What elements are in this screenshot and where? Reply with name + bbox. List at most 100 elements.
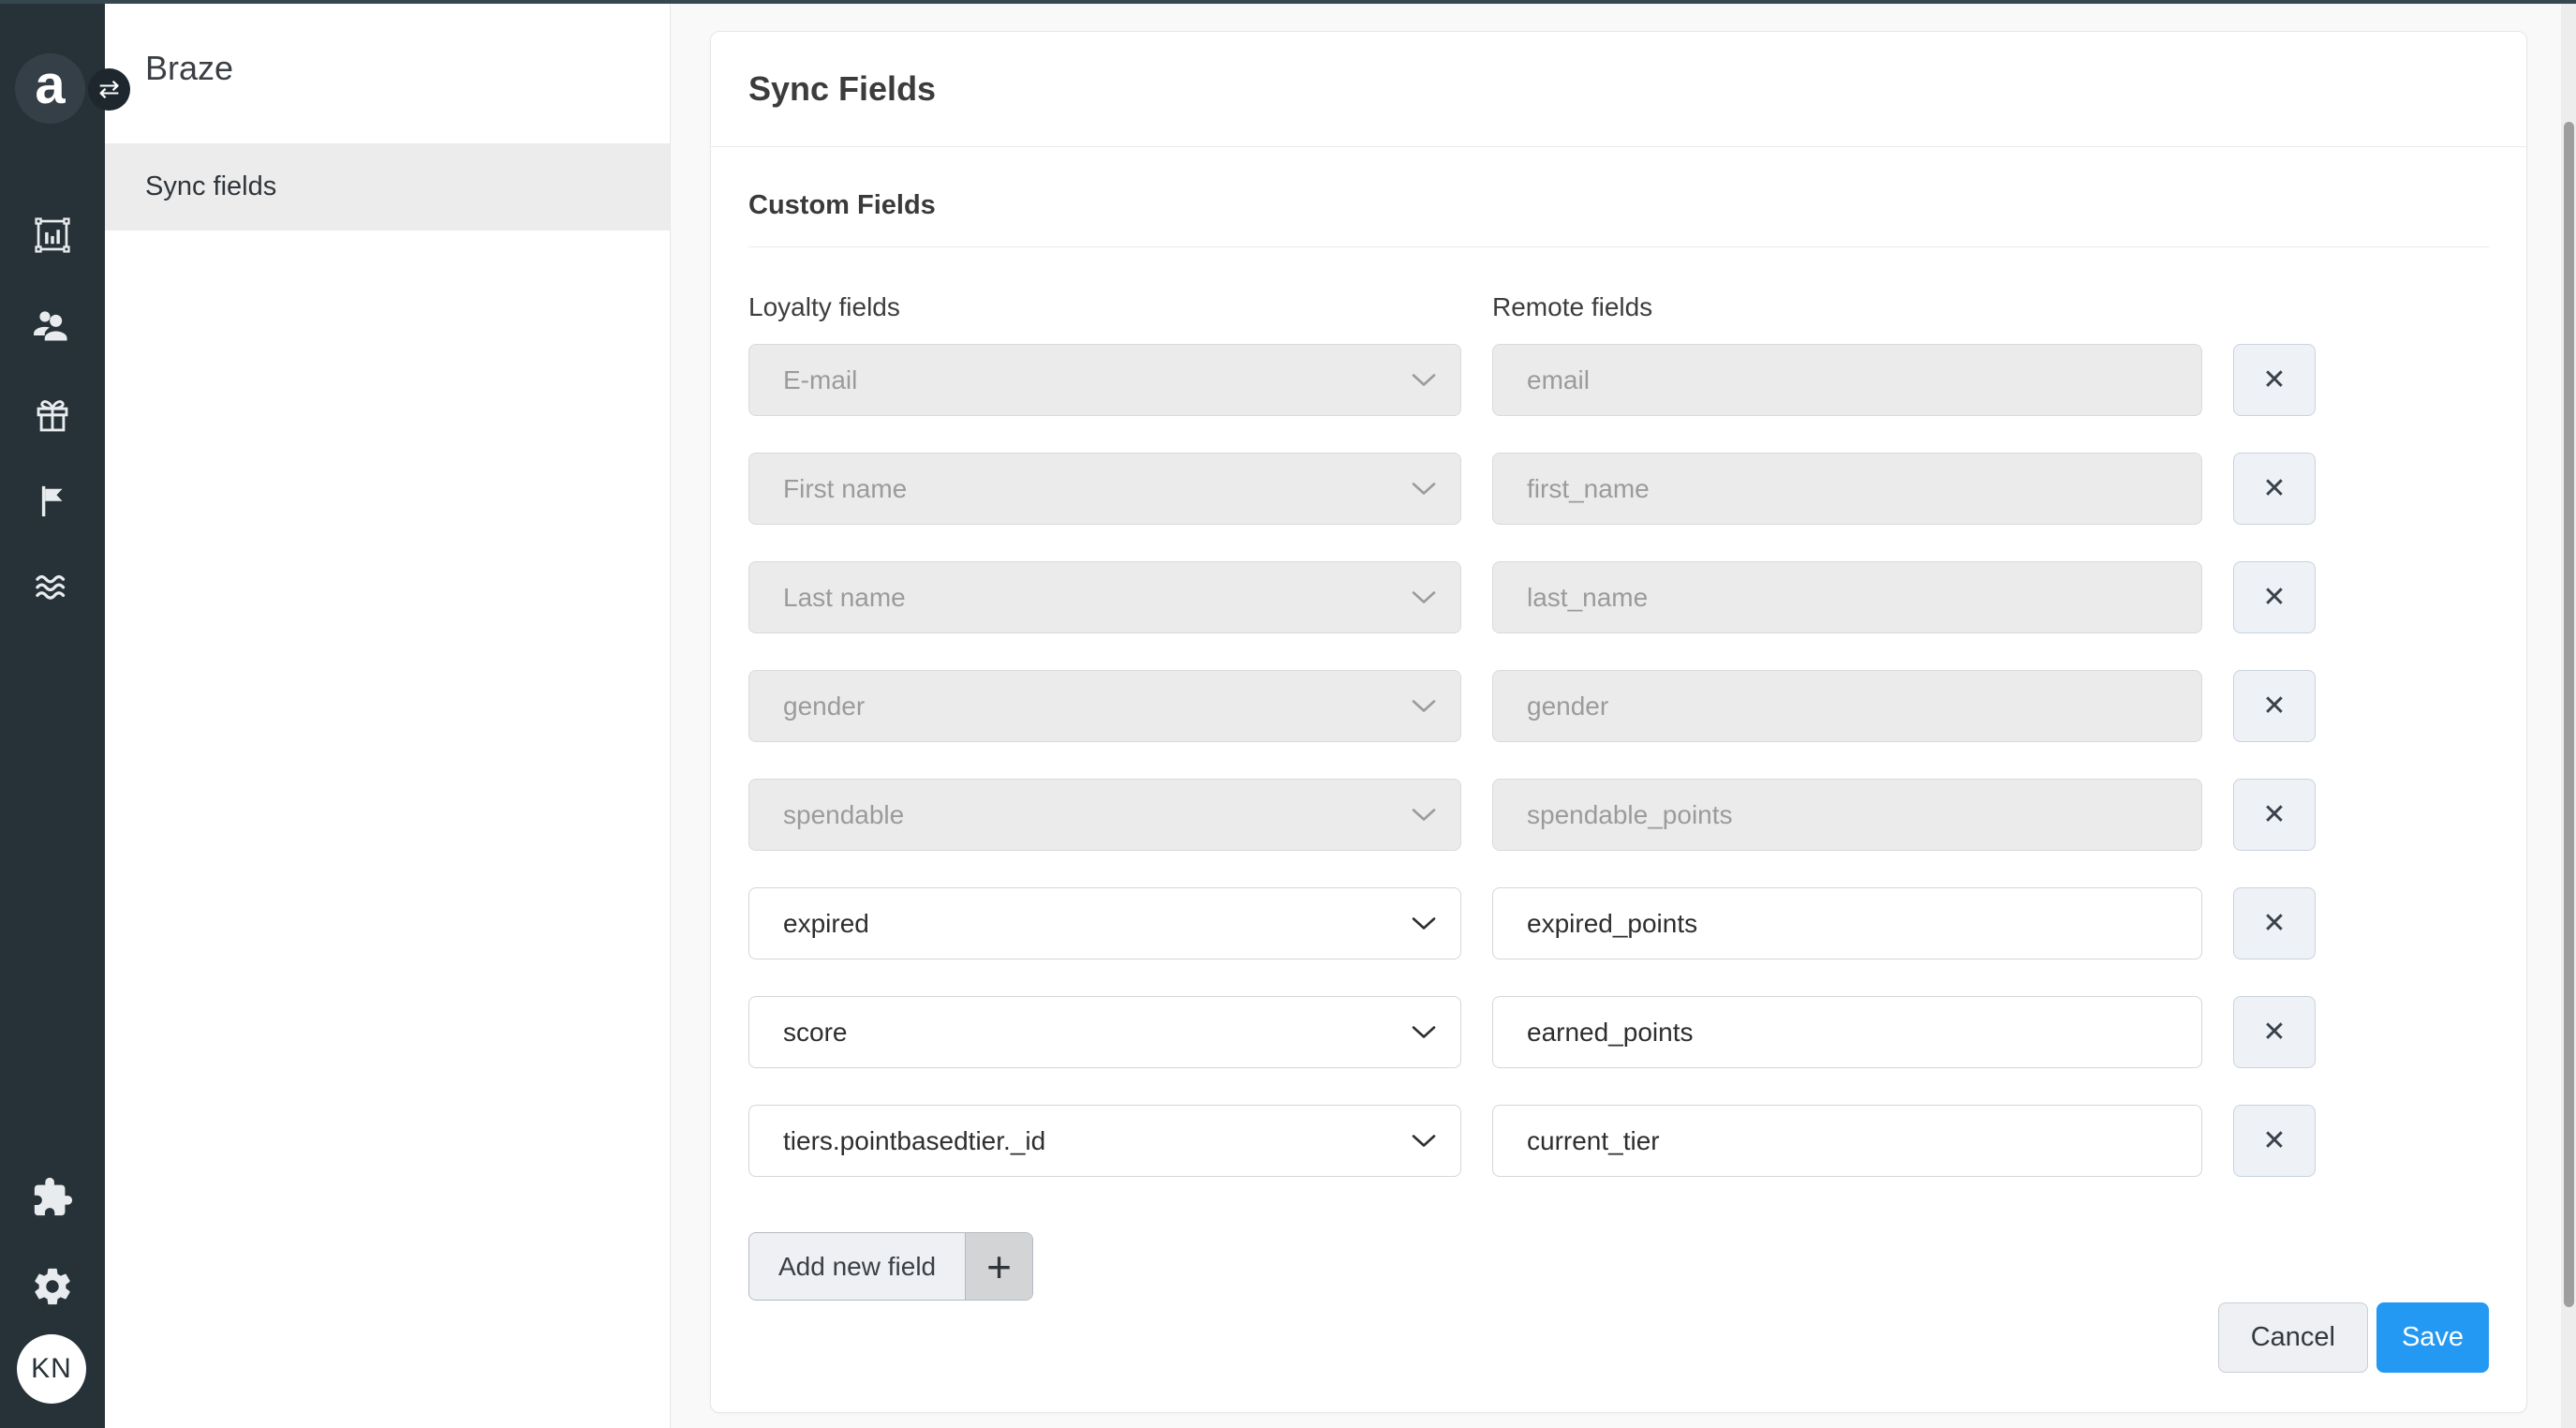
gear-icon: [35, 1268, 70, 1305]
waves-icon: [36, 574, 66, 600]
sidebar-item-settings[interactable]: [0, 1265, 105, 1308]
loyalty-field-value: E-mail: [783, 364, 858, 394]
sidebar-item-integrations[interactable]: [0, 1176, 105, 1219]
puzzle-icon: [34, 1177, 73, 1216]
remove-row-button[interactable]: ✕: [2233, 779, 2316, 851]
loyalty-field-select[interactable]: expired: [748, 887, 1461, 959]
customers-icon: [34, 311, 67, 341]
remote-column-label: Remote fields: [1492, 292, 1653, 321]
remove-row-button[interactable]: ✕: [2233, 1105, 2316, 1177]
flag-icon: [41, 485, 63, 517]
chevron-down-icon: [1412, 590, 1436, 603]
window-top-border: [0, 0, 2576, 4]
loyalty-field-value: spendable: [783, 799, 905, 829]
remove-row-button[interactable]: ✕: [2233, 996, 2316, 1068]
user-avatar[interactable]: KN: [17, 1334, 86, 1404]
field-mapping-row: First name ✕: [748, 453, 2489, 525]
loyalty-field-value: expired: [783, 908, 869, 938]
main-content: Sync Fields Custom Fields Loyalty fields…: [671, 4, 2576, 1428]
field-mapping-row: E-mail ✕: [748, 344, 2489, 416]
loyalty-field-value: gender: [783, 691, 866, 721]
close-icon: ✕: [2262, 1125, 2287, 1156]
swap-arrows-icon: ⇄: [98, 75, 120, 103]
avatar-initials: KN: [31, 1353, 72, 1384]
add-new-field-button[interactable]: Add new field +: [748, 1232, 1034, 1301]
remote-field-input: [1492, 779, 2202, 851]
chevron-down-icon: [1412, 1134, 1436, 1147]
vertical-scrollbar: [2561, 4, 2576, 1428]
card-body: Custom Fields Loyalty fields Remote fiel…: [711, 189, 2526, 1373]
remote-field-input: [1492, 670, 2202, 742]
remove-row-button[interactable]: ✕: [2233, 561, 2316, 633]
panel-item-label: Sync fields: [145, 171, 277, 201]
close-icon: ✕: [2262, 582, 2287, 613]
form-actions: Cancel Save: [748, 1302, 2489, 1373]
loyalty-field-select: spendable: [748, 779, 1461, 851]
panel-toggle-button[interactable]: ⇄: [88, 68, 130, 111]
logo-letter: a: [35, 53, 66, 115]
screen: a KN ⇄ Braze Sync fields Sync Fields Cus…: [0, 0, 2576, 1428]
remote-field-input[interactable]: [1492, 1105, 2202, 1177]
section-title: Custom Fields: [748, 190, 936, 220]
chevron-down-icon: [1412, 699, 1436, 712]
chevron-down-icon: [1412, 482, 1436, 495]
sidebar-item-workflows[interactable]: [0, 566, 105, 609]
app-logo[interactable]: a: [15, 53, 85, 124]
remote-field-input: [1492, 561, 2202, 633]
remove-row-button[interactable]: ✕: [2233, 670, 2316, 742]
loyalty-field-select: First name: [748, 453, 1461, 525]
field-mapping-row: tiers.pointbasedtier._id ✕: [748, 1105, 2489, 1177]
field-rows: E-mail ✕ First name ✕ Last name: [748, 344, 2489, 1177]
save-button[interactable]: Save: [2376, 1302, 2489, 1373]
field-mapping-row: score ✕: [748, 996, 2489, 1068]
chevron-down-icon: [1412, 1025, 1436, 1038]
field-mapping-row: expired ✕: [748, 887, 2489, 959]
loyalty-field-select: E-mail: [748, 344, 1461, 416]
field-mapping-row: spendable ✕: [748, 779, 2489, 851]
remove-row-button[interactable]: ✕: [2233, 344, 2316, 416]
close-icon: ✕: [2262, 1017, 2287, 1048]
chevron-down-icon: [1412, 916, 1436, 930]
remote-field-input: [1492, 453, 2202, 525]
remove-row-button[interactable]: ✕: [2233, 453, 2316, 525]
loyalty-field-select[interactable]: tiers.pointbasedtier._id: [748, 1105, 1461, 1177]
sidebar-item-rewards[interactable]: [0, 394, 105, 438]
field-mapping-row: Last name ✕: [748, 561, 2489, 633]
add-new-field-label: Add new field: [749, 1233, 966, 1300]
card-header: Sync Fields: [711, 32, 2526, 147]
scrollbar-thumb[interactable]: [2564, 122, 2574, 1307]
close-icon: ✕: [2262, 691, 2287, 721]
section-divider: [748, 246, 2489, 247]
sidebar-item-customers[interactable]: [0, 304, 105, 347]
remote-field-input[interactable]: [1492, 887, 2202, 959]
field-mapping-row: gender ✕: [748, 670, 2489, 742]
sidebar-item-campaigns[interactable]: [0, 480, 105, 523]
plus-icon[interactable]: +: [965, 1233, 1033, 1300]
loyalty-field-value: score: [783, 1017, 848, 1047]
page-title: Sync Fields: [748, 69, 937, 108]
cancel-button[interactable]: Cancel: [2217, 1302, 2368, 1373]
loyalty-field-select: Last name: [748, 561, 1461, 633]
loyalty-column-label: Loyalty fields: [748, 292, 900, 321]
integration-title: Braze: [145, 49, 234, 87]
analytics-board-icon: [35, 217, 70, 253]
sidebar-item-analytics[interactable]: [0, 214, 105, 257]
remote-field-input[interactable]: [1492, 996, 2202, 1068]
remote-field-input: [1492, 344, 2202, 416]
close-icon: ✕: [2262, 364, 2287, 395]
sync-fields-card: Sync Fields Custom Fields Loyalty fields…: [710, 31, 2527, 1413]
chevron-down-icon: [1412, 373, 1436, 386]
loyalty-field-value: First name: [783, 473, 908, 503]
panel-item-sync-fields[interactable]: Sync fields: [105, 143, 670, 231]
close-icon: ✕: [2262, 908, 2287, 939]
app-sidebar: a KN: [0, 0, 105, 1428]
loyalty-field-value: tiers.pointbasedtier._id: [783, 1125, 1046, 1155]
loyalty-field-value: Last name: [783, 582, 906, 612]
column-labels: Loyalty fields Remote fields: [748, 291, 2489, 323]
gift-icon: [37, 400, 68, 432]
close-icon: ✕: [2262, 473, 2287, 504]
close-icon: ✕: [2262, 799, 2287, 830]
remove-row-button[interactable]: ✕: [2233, 887, 2316, 959]
loyalty-field-select[interactable]: score: [748, 996, 1461, 1068]
integration-panel: Braze Sync fields: [105, 0, 671, 1428]
